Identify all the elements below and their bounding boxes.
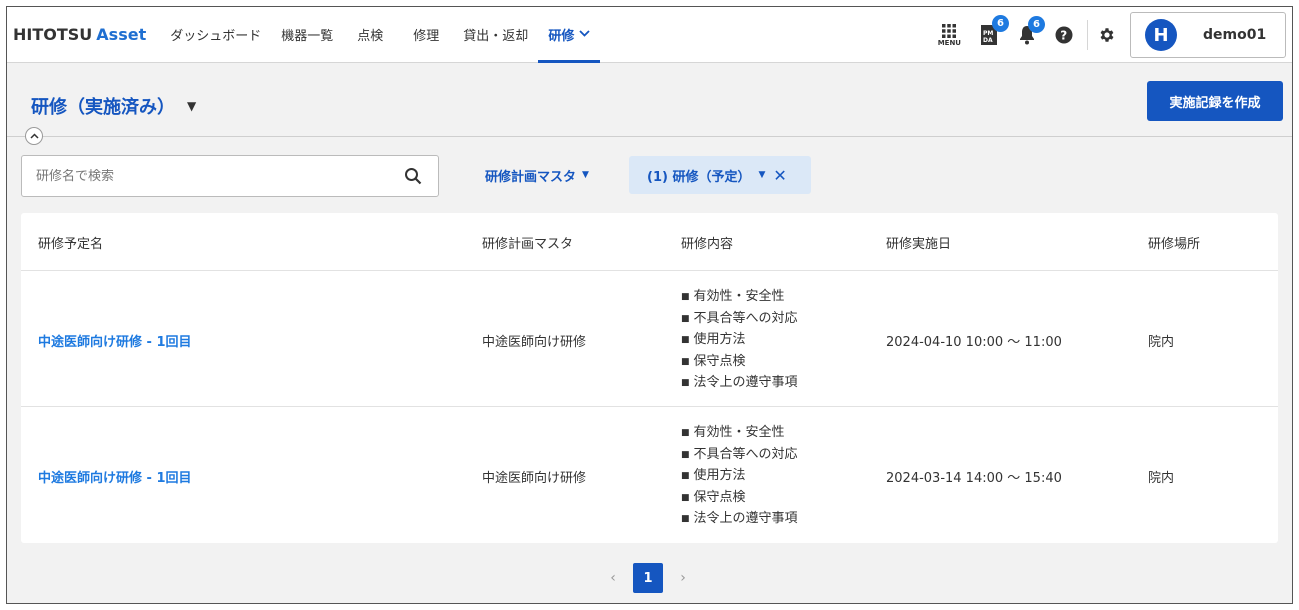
collapse-button[interactable] [25,127,43,145]
training-table: 研修予定名 研修計画マスタ 研修内容 研修実施日 研修場所 中途医師向け研修 -… [21,213,1278,543]
nav-device-list[interactable]: 機器一覧 [271,7,343,63]
logo-main-text: HITOTSU [13,25,93,44]
nav-label: 修理 [413,29,440,44]
nav-repair[interactable]: 修理 [403,7,449,63]
place-cell: 院内 [1148,471,1175,486]
nav-dashboard[interactable]: ダッシュボード [160,7,271,63]
app-logo[interactable]: HITOTSU Asset [13,25,146,44]
prev-page-button[interactable]: ‹ [601,570,625,586]
search-icon[interactable] [404,167,422,185]
plan-master-dropdown[interactable]: 研修計画マスタ ▼ [485,156,589,194]
column-header: 研修予定名 [38,237,104,252]
place-cell: 院内 [1148,335,1175,350]
contents-list: 有効性・安全性 不具合等への対応 使用方法 保守点検 法令上の遵守事項 [681,423,798,531]
page-1-button[interactable]: 1 [633,563,663,593]
caret-down-icon: ▼ [187,99,197,113]
notifications-button[interactable]: 6 [1019,16,1045,45]
main-nav: ダッシュボード 機器一覧 点検 修理 貸出・返却 研修 [160,7,601,63]
list-item: 保守点検 [681,488,798,510]
training-name-link[interactable]: 中途医師向け研修 - 1回目 [38,331,192,350]
list-item: 法令上の遵守事項 [681,373,798,395]
app-frame: HITOTSU Asset ダッシュボード 機器一覧 点検 修理 貸出・返却 研… [6,6,1293,604]
contents-list: 有効性・安全性 不具合等への対応 使用方法 保守点検 法令上の遵守事項 [681,287,798,395]
table-row[interactable]: 中途医師向け研修 - 1回目 中途医師向け研修 有効性・安全性 不具合等への対応… [21,271,1278,407]
list-item: 有効性・安全性 [681,423,798,445]
list-item: 使用方法 [681,466,798,488]
help-button[interactable]: ? [1055,26,1073,44]
search-input[interactable] [36,168,404,184]
nav-label: 機器一覧 [281,29,334,44]
next-page-button[interactable]: › [671,570,695,586]
nav-label: 貸出・返却 [463,29,529,44]
header-divider [1087,20,1088,50]
plan-cell: 中途医師向け研修 [482,335,587,350]
create-record-button[interactable]: 実施記録を作成 [1147,81,1283,121]
plan-cell: 中途医師向け研修 [482,471,587,486]
nav-label: 点検 [357,29,384,44]
pmda-button[interactable]: PM DA 6 [979,15,1009,46]
page-title[interactable]: 研修（実施済み） ▼ [31,93,196,119]
menu-label: MENU [937,38,961,47]
nav-label: ダッシュボード [170,29,262,44]
table-row[interactable]: 中途医師向け研修 - 1回目 中途医師向け研修 有効性・安全性 不具合等への対応… [21,407,1278,543]
logo-accent-text: Asset [96,25,147,44]
notification-badge: 6 [1028,16,1045,33]
gear-icon [1100,28,1114,42]
list-item: 保守点検 [681,352,798,374]
username: demo01 [1203,27,1267,43]
settings-button[interactable] [1098,26,1116,44]
menu-grid-button[interactable]: MENU [937,23,961,47]
filter-chip-label: (1) 研修（予定） [647,169,751,185]
nav-training[interactable]: 研修 [538,7,601,63]
column-header: 研修場所 [1148,237,1201,252]
list-item: 有効性・安全性 [681,287,798,309]
chevron-down-icon [579,29,590,40]
filter-chip[interactable]: (1) 研修（予定） ▼ ✕ [629,156,811,194]
grid-icon [942,23,957,38]
caret-down-icon: ▼ [582,170,589,180]
list-item: 不具合等への対応 [681,309,798,331]
caret-down-icon[interactable]: ▼ [758,170,765,180]
column-header: 研修計画マスタ [482,237,574,252]
table-header: 研修予定名 研修計画マスタ 研修内容 研修実施日 研修場所 [21,213,1278,271]
list-item: 不具合等への対応 [681,445,798,467]
pmda-badge: 6 [992,15,1009,32]
top-navbar: HITOTSU Asset ダッシュボード 機器一覧 点検 修理 貸出・返却 研… [7,7,1292,63]
list-item: 使用方法 [681,330,798,352]
nav-inspection[interactable]: 点検 [347,7,393,63]
list-item: 法令上の遵守事項 [681,509,798,531]
column-header: 研修実施日 [886,237,952,252]
chevron-up-icon [29,133,39,139]
date-cell: 2024-04-10 10:00 ～ 11:00 [886,335,1062,350]
user-menu-button[interactable]: H demo01 [1130,12,1286,58]
svg-text:PM: PM [983,30,993,37]
search-field[interactable] [21,155,439,197]
header-tools: MENU PM DA 6 6 ? H demo01 [924,7,1286,63]
page-title-text: 研修（実施済み） [31,97,175,118]
date-cell: 2024-03-14 14:00 ～ 15:40 [886,471,1062,486]
column-header: 研修内容 [681,237,734,252]
section-divider [7,136,1292,137]
nav-lending[interactable]: 貸出・返却 [453,7,538,63]
pagination: ‹ 1 › [601,563,695,593]
page-header: 研修（実施済み） ▼ 実施記録を作成 [7,63,1292,133]
plan-master-label: 研修計画マスタ [485,169,577,185]
nav-label: 研修 [548,29,575,44]
close-icon[interactable]: ✕ [773,166,786,185]
help-icon: ? [1055,26,1073,44]
avatar: H [1145,19,1177,51]
training-name-link[interactable]: 中途医師向け研修 - 1回目 [38,467,192,486]
svg-text:DA: DA [983,37,993,44]
svg-text:?: ? [1060,29,1067,43]
